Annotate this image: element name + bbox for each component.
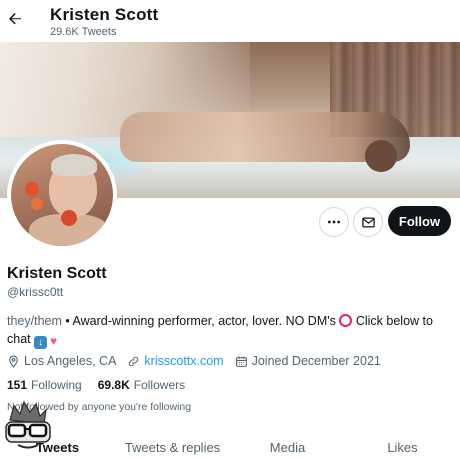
avatar-flower <box>61 210 77 226</box>
profile-bio: they/them • Award-winning performer, act… <box>7 312 447 349</box>
banner-head <box>365 140 397 172</box>
tab-tweets-replies[interactable]: Tweets & replies <box>115 436 230 460</box>
profile-tabs: Tweets Tweets & replies Media Likes <box>0 436 460 460</box>
followers-link[interactable]: 69.8K Followers <box>98 378 185 392</box>
tab-likes[interactable]: Likes <box>345 436 460 460</box>
arrow-left-icon <box>9 13 21 25</box>
meta-location: Los Angeles, CA <box>7 354 116 368</box>
watermark-logo-icon <box>5 400 51 449</box>
avatar[interactable] <box>7 140 117 250</box>
heart-icon: ♥ <box>50 334 58 348</box>
profile-handle: @krissc0tt <box>7 285 64 299</box>
joined-text: Joined December 2021 <box>251 354 381 368</box>
link-icon <box>129 356 139 366</box>
following-count: 151 <box>7 378 28 392</box>
follow-stats: 151 Following 69.8K Followers <box>7 378 201 392</box>
avatar-flower <box>31 198 43 210</box>
followers-label: Followers <box>133 378 186 392</box>
profile-name: Kristen Scott <box>7 265 107 282</box>
tweet-count: 29.6K Tweets <box>50 26 117 38</box>
avatar-flower <box>25 182 39 196</box>
profile-meta: Los Angeles, CA krisscottx.com Joined De… <box>7 352 392 370</box>
bio-pronouns: they/them <box>7 314 62 328</box>
website-link[interactable]: krisscottx.com <box>144 354 223 368</box>
following-label: Following <box>31 378 82 392</box>
more-button[interactable] <box>319 207 349 237</box>
location-pin-icon <box>9 355 18 368</box>
avatar-hair <box>51 154 97 176</box>
message-button[interactable] <box>353 207 383 237</box>
bio-text: • Award-winning performer, actor, lover.… <box>61 314 340 328</box>
back-button[interactable] <box>4 8 26 30</box>
down-arrow-icon: ↓ <box>34 336 48 349</box>
more-dots-icon <box>328 220 340 224</box>
meta-link[interactable]: krisscottx.com <box>127 354 224 368</box>
following-link[interactable]: 151 Following <box>7 378 82 392</box>
envelope-icon <box>361 217 375 227</box>
tab-media[interactable]: Media <box>230 436 345 460</box>
avatar-image <box>11 144 113 246</box>
header-title: Kristen Scott <box>50 5 159 24</box>
no-entry-icon <box>339 314 353 327</box>
profile-header-bar: Kristen Scott 29.6K Tweets <box>0 0 460 42</box>
follow-button[interactable]: Follow <box>388 206 451 236</box>
calendar-icon <box>235 356 247 367</box>
meta-joined: Joined December 2021 <box>235 354 381 368</box>
followers-count: 69.8K <box>97 378 130 392</box>
location-text: Los Angeles, CA <box>24 354 117 368</box>
